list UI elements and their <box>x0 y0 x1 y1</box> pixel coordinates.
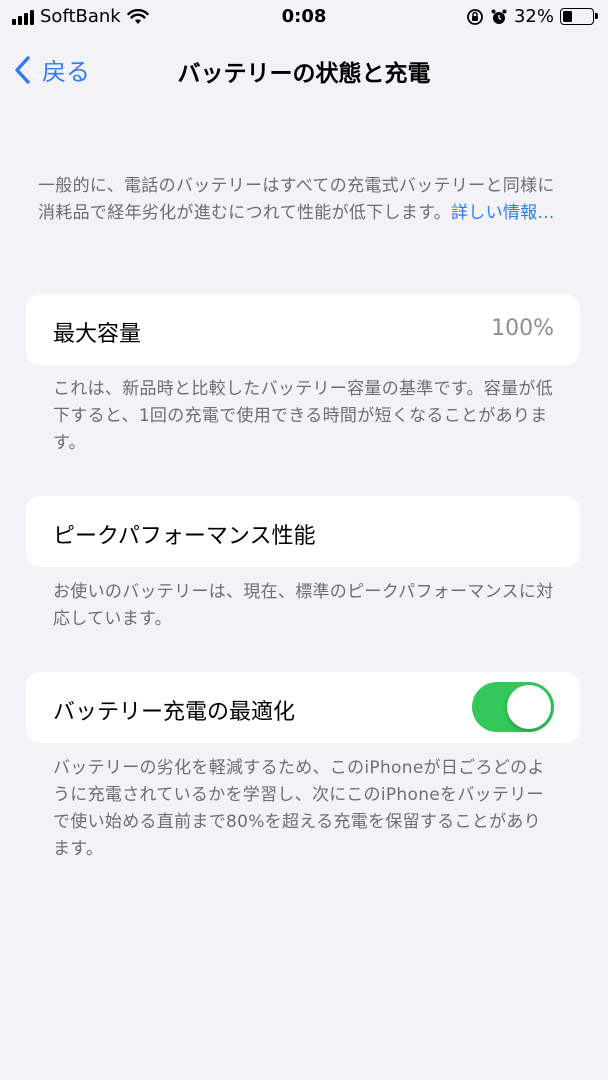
peak-performance-label: ピークパフォーマンス性能 <box>53 524 316 549</box>
optimized-charging-footnote: バッテリーの劣化を軽減するため、このiPhoneが日ごろどのように充電されている… <box>53 758 545 859</box>
orientation-lock-icon <box>467 8 483 25</box>
max-capacity-label: 最大容量 <box>53 322 142 347</box>
alarm-icon <box>491 9 507 24</box>
navigation-bar: 戻る バッテリーの状態と充電 <box>0 44 608 94</box>
intro-text: 一般的に、電話のバッテリーはすべての充電式バッテリーと同様に消耗品で経年劣化が進… <box>38 173 568 227</box>
battery-health-screen: SoftBank 0:08 32% 戻る バッテリーの状態と充電 一般的に、電話… <box>0 0 608 1080</box>
toggle-knob <box>507 685 551 729</box>
max-capacity-row: 最大容量 100% <box>26 294 580 365</box>
optimized-charging-row: バッテリー充電の最適化 <box>26 672 580 743</box>
peak-performance-row: ピークパフォーマンス性能 <box>26 496 580 567</box>
max-capacity-footnote: これは、新品時と比較したバッテリー容量の基準です。容量が低下すると、1回の充電で… <box>53 379 553 453</box>
battery-icon <box>560 8 598 25</box>
optimized-charging-toggle[interactable] <box>472 682 554 732</box>
page-title: バッテリーの状態と充電 <box>177 61 431 87</box>
status-bar: SoftBank 0:08 32% <box>0 0 608 36</box>
status-right: 32% <box>466 6 598 27</box>
optimized-charging-label: バッテリー充電の最適化 <box>53 700 296 725</box>
battery-percent: 32% <box>513 6 554 27</box>
max-capacity-value: 100% <box>491 316 554 341</box>
learn-more-link[interactable]: 詳しい情報... <box>451 203 555 223</box>
peak-performance-footnote: お使いのバッテリーは、現在、標準のピークパフォーマンスに対応しています。 <box>53 582 554 629</box>
